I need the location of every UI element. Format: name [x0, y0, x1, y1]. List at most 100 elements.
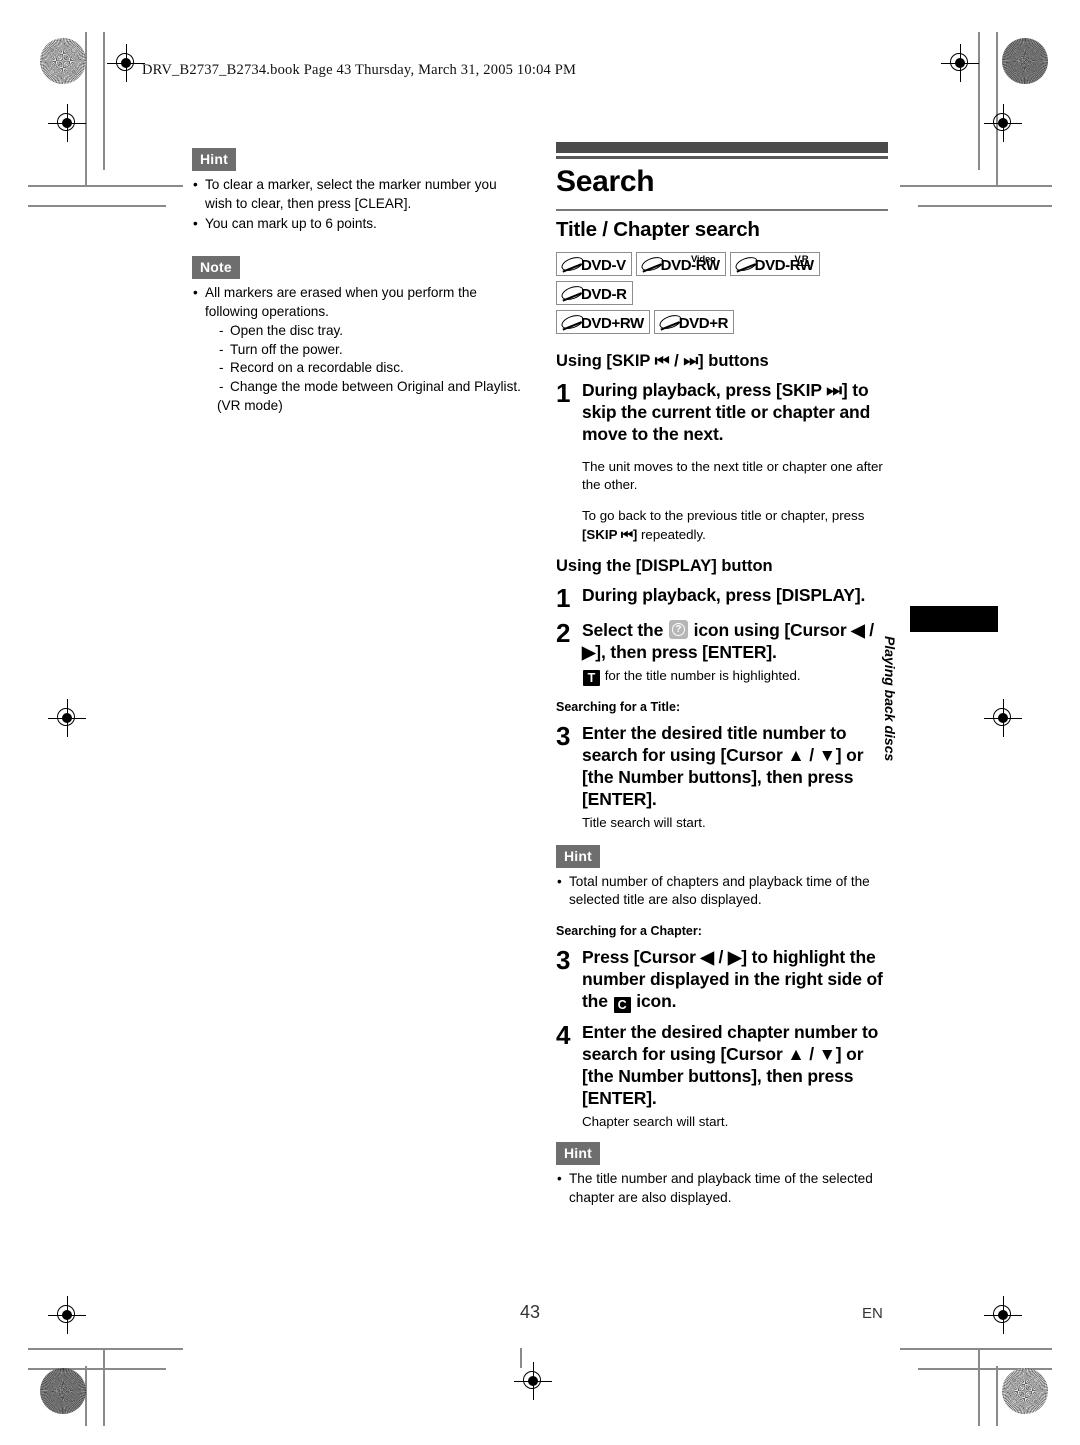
hint-bullet-text: To clear a marker, select the marker num… — [205, 177, 497, 211]
display-step-2: 2 Select the ? icon using [Cursor ◀ / ▶]… — [556, 618, 888, 687]
list-item: The title number and playback time of th… — [556, 1170, 888, 1208]
note-sub-list: Open the disc tray. Turn off the power. … — [217, 322, 522, 397]
file-header-line: DRV_B2737_B2734.book Page 43 Thursday, M… — [142, 62, 577, 78]
disc-badge-dvd-rw-vr: DVD-RW VR — [729, 251, 820, 276]
side-tab-bar — [910, 606, 998, 632]
crop-line — [978, 32, 980, 170]
hint-bullet-text: You can mark up to 6 points. — [205, 215, 377, 231]
crop-line — [978, 1348, 980, 1426]
registration-rosette — [1002, 38, 1048, 84]
crop-line — [28, 205, 166, 207]
page-title: Search — [556, 164, 655, 198]
disc-badge-label: DVD-R — [581, 285, 627, 303]
title-search-step-note: Title search will start. — [582, 815, 706, 831]
skip-extra-paragraph: To go back to the previous title or chap… — [582, 507, 888, 544]
list-item: Total number of chapters and playback ti… — [556, 873, 888, 911]
title-search-hint-block: Hint Total number of chapters and playba… — [556, 844, 888, 911]
disc-badge-label: DVD-RW — [754, 256, 814, 274]
step-text-b: icon. — [636, 991, 677, 1012]
disc-badge-dvd-plus-rw: DVD+RW — [556, 309, 650, 334]
crop-line — [520, 1348, 522, 1368]
registration-rosette — [40, 1368, 86, 1414]
list-item: Change the mode between Original and Pla… — [217, 378, 522, 397]
title-letter-icon: T — [583, 670, 600, 687]
list-item: You can mark up to 6 points. — [192, 215, 522, 234]
hint-block: Hint To clear a marker, select the marke… — [192, 148, 522, 233]
note-bullet-text: All markers are erased when you perform … — [205, 285, 477, 319]
step-number: 1 — [556, 583, 571, 614]
hint-badge: Hint — [556, 844, 601, 868]
crop-line — [28, 185, 183, 187]
registration-target — [48, 1296, 86, 1334]
hint-bullet-list: The title number and playback time of th… — [556, 1170, 888, 1208]
disc-badge-dvd-r: DVD-R — [556, 280, 633, 305]
step-number: 3 — [556, 721, 571, 752]
list-item: To clear a marker, select the marker num… — [192, 176, 522, 214]
list-item: All markers are erased when you perform … — [192, 284, 522, 415]
hint-bullet-list: To clear a marker, select the marker num… — [192, 176, 522, 233]
step-text: During playback, press [SKIP ⏭] to skip … — [582, 379, 871, 444]
list-item: Open the disc tray. — [217, 322, 522, 341]
crop-line — [103, 1348, 105, 1426]
step-number: 3 — [556, 945, 571, 976]
section-subtitle: Title / Chapter search — [556, 217, 760, 241]
note-block: Note All markers are erased when you per… — [192, 256, 522, 415]
display-step-2-note-text: for the title number is highlighted. — [604, 668, 801, 684]
hint-badge: Hint — [192, 148, 237, 171]
skip-step-1: 1 During playback, press [SKIP ⏭] to ski… — [556, 379, 888, 445]
title-search-heading: Searching for a Title: — [556, 700, 681, 715]
title-rule-thick — [556, 142, 888, 153]
crop-line — [900, 185, 1052, 187]
chapter-search-hint-block: Hint The title number and playback time … — [556, 1141, 888, 1208]
skip-step-1-note: The unit moves to the next title or chap… — [582, 458, 883, 492]
subtitle-rule — [556, 208, 888, 211]
crop-line — [28, 1348, 183, 1350]
note-bullet-list: All markers are erased when you perform … — [192, 284, 522, 415]
disc-badge-label: DVD+R — [678, 314, 729, 332]
disc-badge-row: DVD-V DVD-RW Video DVD-RW VR DVD-R DVD+R… — [556, 251, 888, 339]
registration-target — [107, 44, 145, 82]
display-step-1: 1 During playback, press [DISPLAY]. — [556, 584, 888, 611]
registration-target — [984, 699, 1022, 737]
language-code: EN — [862, 1305, 883, 1322]
chapter-search-heading: Searching for a Chapter: — [556, 924, 702, 939]
crop-line — [900, 1348, 1052, 1350]
crop-line — [28, 1368, 166, 1370]
step-number: 4 — [556, 1020, 571, 1051]
crop-line — [918, 205, 1052, 207]
title-search-step-3: 3 Enter the desired title number to sear… — [556, 722, 888, 833]
list-item: Turn off the power. — [217, 341, 522, 360]
disc-badge-dvd-plus-r: DVD+R — [653, 309, 735, 334]
crop-line — [103, 32, 105, 170]
registration-target — [48, 699, 86, 737]
registration-target — [514, 1362, 552, 1400]
title-rule-thin — [556, 156, 888, 159]
note-badge: Note — [192, 256, 240, 280]
registration-target — [984, 104, 1022, 142]
step-number: 2 — [556, 618, 571, 649]
disc-badge-label: DVD-V — [581, 256, 626, 274]
side-tab-label: Playing back discs — [882, 636, 898, 762]
disc-badge-label: DVD-RW — [660, 256, 720, 274]
disc-badge-dvd-rw-video: DVD-RW Video — [635, 251, 726, 276]
step-number: 1 — [556, 377, 571, 408]
registration-target — [48, 104, 86, 142]
display-step-2-note: T for the title number is highlighted. — [582, 667, 888, 687]
crop-line — [996, 1366, 998, 1426]
chapter-search-step-3: 3 Press [Cursor ◀ / ▶] to highlight the … — [556, 945, 888, 1014]
display-section-heading: Using the [DISPLAY] button — [556, 557, 773, 576]
chapter-search-step-4: 4 Enter the desired chapter number to se… — [556, 1021, 888, 1132]
skip-extra-text-a: To go back to the previous title or chap… — [582, 508, 865, 524]
hint-bullet-list: Total number of chapters and playback ti… — [556, 873, 888, 911]
right-column: Search Title / Chapter search DVD-V DVD-… — [556, 142, 888, 1208]
skip-extra-text-b: [SKIP ⏮] — [582, 526, 638, 542]
step-text: Enter the desired title number to search… — [582, 723, 864, 810]
hint-badge: Hint — [556, 1141, 601, 1165]
registration-target — [941, 44, 979, 82]
page-number: 43 — [520, 1302, 541, 1322]
step-text: Select the ? icon using [Cursor ◀ / ▶], … — [582, 619, 888, 663]
skip-section-heading: Using [SKIP ⏮ / ⏭] buttons — [556, 351, 769, 370]
